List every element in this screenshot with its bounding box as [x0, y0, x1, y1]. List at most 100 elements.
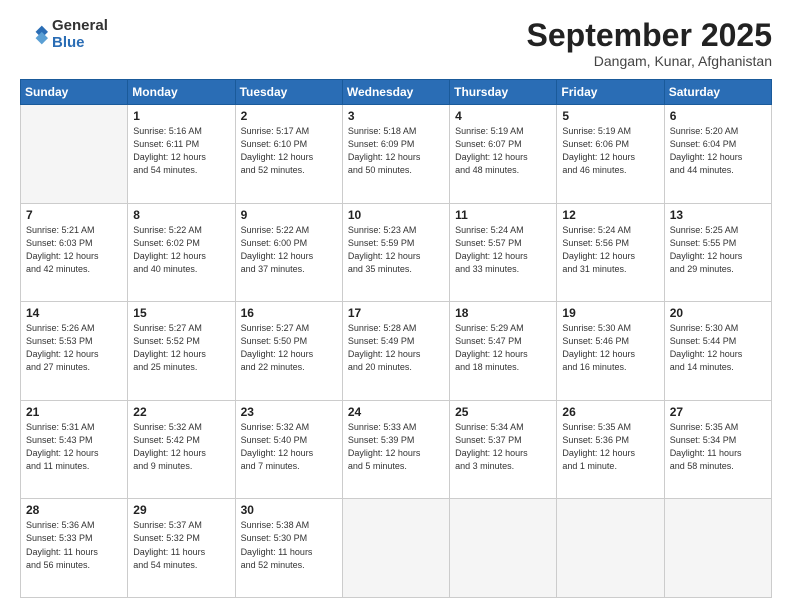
day-number: 12 — [562, 208, 658, 222]
day-number: 27 — [670, 405, 766, 419]
header-monday: Monday — [128, 80, 235, 105]
week-row-3: 21 Sunrise: 5:31 AM Sunset: 5:43 PM Dayli… — [21, 400, 772, 499]
table-row — [21, 105, 128, 204]
header-tuesday: Tuesday — [235, 80, 342, 105]
table-row: 3Sunrise: 5:18 AM Sunset: 6:09 PM Daylig… — [342, 105, 449, 204]
day-number: 28 — [26, 503, 122, 517]
day-number: 23 — [241, 405, 337, 419]
table-row: 20Sunrise: 5:30 AM Sunset: 5:44 PM Dayli… — [664, 302, 771, 401]
week-row-4: 28 Sunrise: 5:36 AM Sunset: 5:33 PM Dayli… — [21, 499, 772, 598]
day-info: Sunrise: 5:19 AM Sunset: 6:07 PM Dayligh… — [455, 125, 551, 177]
day-info: Sunrise: 5:26 AM Sunset: 5:53 PM Dayligh… — [26, 322, 122, 374]
day-number: 13 — [670, 208, 766, 222]
calendar-table: Sunday Monday Tuesday Wednesday Thursday… — [20, 79, 772, 598]
day-number: 9 — [241, 208, 337, 222]
day-number: 10 — [348, 208, 444, 222]
table-row: 1 Sunrise: 5:16 AM Sunset: 6:11 PM Daylig… — [128, 105, 235, 204]
table-row: 16 Sunrise: 5:27 AM Sunset: 5:50 PM Dayli… — [235, 302, 342, 401]
day-number: 11 — [455, 208, 551, 222]
day-info: Sunrise: 5:27 AM Sunset: 5:52 PM Dayligh… — [133, 322, 229, 374]
day-number: 7 — [26, 208, 122, 222]
title-block: September 2025 Dangam, Kunar, Afghanista… — [527, 18, 772, 69]
table-row: 29 Sunrise: 5:37 AM Sunset: 5:32 PM Dayli… — [128, 499, 235, 598]
logo-text: General Blue — [52, 18, 108, 51]
day-info: Sunrise: 5:35 AM Sunset: 5:36 PM Dayligh… — [562, 421, 658, 473]
header-saturday: Saturday — [664, 80, 771, 105]
table-row: 10Sunrise: 5:23 AM Sunset: 5:59 PM Dayli… — [342, 203, 449, 302]
day-info: Sunrise: 5:36 AM Sunset: 5:33 PM Dayligh… — [26, 519, 122, 571]
table-row: 13 Sunrise: 5:25 AM Sunset: 5:55 PM Dayli… — [664, 203, 771, 302]
table-row: 4 Sunrise: 5:19 AM Sunset: 6:07 PM Daylig… — [450, 105, 557, 204]
day-info: Sunrise: 5:24 AM Sunset: 5:56 PM Dayligh… — [562, 224, 658, 276]
location: Dangam, Kunar, Afghanistan — [527, 53, 772, 69]
table-row: 12 Sunrise: 5:24 AM Sunset: 5:56 PM Dayli… — [557, 203, 664, 302]
day-info: Sunrise: 5:32 AM Sunset: 5:42 PM Dayligh… — [133, 421, 229, 473]
logo-general: General — [52, 18, 108, 35]
day-info: Sunrise: 5:38 AM Sunset: 5:30 PM Dayligh… — [241, 519, 337, 571]
day-info: Sunrise: 5:34 AM Sunset: 5:37 PM Dayligh… — [455, 421, 551, 473]
table-row: 19Sunrise: 5:30 AM Sunset: 5:46 PM Dayli… — [557, 302, 664, 401]
table-row: 24 Sunrise: 5:33 AM Sunset: 5:39 PM Dayli… — [342, 400, 449, 499]
table-row: 30 Sunrise: 5:38 AM Sunset: 5:30 PM Dayli… — [235, 499, 342, 598]
day-info: Sunrise: 5:27 AM Sunset: 5:50 PM Dayligh… — [241, 322, 337, 374]
table-row: 2Sunrise: 5:17 AM Sunset: 6:10 PM Daylig… — [235, 105, 342, 204]
day-info: Sunrise: 5:24 AM Sunset: 5:57 PM Dayligh… — [455, 224, 551, 276]
calendar-page: General Blue September 2025 Dangam, Kuna… — [0, 0, 792, 612]
day-number: 5 — [562, 109, 658, 123]
day-info: Sunrise: 5:33 AM Sunset: 5:39 PM Dayligh… — [348, 421, 444, 473]
table-row: 6Sunrise: 5:20 AM Sunset: 6:04 PM Daylig… — [664, 105, 771, 204]
day-info: Sunrise: 5:22 AM Sunset: 6:00 PM Dayligh… — [241, 224, 337, 276]
day-number: 18 — [455, 306, 551, 320]
table-row: 11 Sunrise: 5:24 AM Sunset: 5:57 PM Dayli… — [450, 203, 557, 302]
logo-blue: Blue — [52, 35, 108, 52]
day-info: Sunrise: 5:37 AM Sunset: 5:32 PM Dayligh… — [133, 519, 229, 571]
table-row: 21 Sunrise: 5:31 AM Sunset: 5:43 PM Dayli… — [21, 400, 128, 499]
day-info: Sunrise: 5:31 AM Sunset: 5:43 PM Dayligh… — [26, 421, 122, 473]
day-number: 4 — [455, 109, 551, 123]
table-row: 9 Sunrise: 5:22 AM Sunset: 6:00 PM Daylig… — [235, 203, 342, 302]
table-row: 14 Sunrise: 5:26 AM Sunset: 5:53 PM Dayli… — [21, 302, 128, 401]
table-row: 5Sunrise: 5:19 AM Sunset: 6:06 PM Daylig… — [557, 105, 664, 204]
week-row-1: 7 Sunrise: 5:21 AM Sunset: 6:03 PM Daylig… — [21, 203, 772, 302]
week-row-2: 14 Sunrise: 5:26 AM Sunset: 5:53 PM Dayli… — [21, 302, 772, 401]
day-number: 26 — [562, 405, 658, 419]
day-number: 14 — [26, 306, 122, 320]
day-info: Sunrise: 5:16 AM Sunset: 6:11 PM Dayligh… — [133, 125, 229, 177]
day-number: 8 — [133, 208, 229, 222]
day-info: Sunrise: 5:25 AM Sunset: 5:55 PM Dayligh… — [670, 224, 766, 276]
table-row: 22 Sunrise: 5:32 AM Sunset: 5:42 PM Dayli… — [128, 400, 235, 499]
table-row: 8 Sunrise: 5:22 AM Sunset: 6:02 PM Daylig… — [128, 203, 235, 302]
day-number: 25 — [455, 405, 551, 419]
table-row: 27 Sunrise: 5:35 AM Sunset: 5:34 PM Dayli… — [664, 400, 771, 499]
day-info: Sunrise: 5:18 AM Sunset: 6:09 PM Dayligh… — [348, 125, 444, 177]
day-info: Sunrise: 5:32 AM Sunset: 5:40 PM Dayligh… — [241, 421, 337, 473]
day-number: 21 — [26, 405, 122, 419]
table-row: 18 Sunrise: 5:29 AM Sunset: 5:47 PM Dayli… — [450, 302, 557, 401]
table-row: 23 Sunrise: 5:32 AM Sunset: 5:40 PM Dayli… — [235, 400, 342, 499]
day-number: 24 — [348, 405, 444, 419]
day-info: Sunrise: 5:22 AM Sunset: 6:02 PM Dayligh… — [133, 224, 229, 276]
day-number: 29 — [133, 503, 229, 517]
logo-icon — [20, 21, 48, 49]
header-thursday: Thursday — [450, 80, 557, 105]
day-info: Sunrise: 5:30 AM Sunset: 5:44 PM Dayligh… — [670, 322, 766, 374]
day-number: 1 — [133, 109, 229, 123]
day-number: 22 — [133, 405, 229, 419]
day-info: Sunrise: 5:17 AM Sunset: 6:10 PM Dayligh… — [241, 125, 337, 177]
header-wednesday: Wednesday — [342, 80, 449, 105]
table-row — [342, 499, 449, 598]
day-info: Sunrise: 5:20 AM Sunset: 6:04 PM Dayligh… — [670, 125, 766, 177]
header: General Blue September 2025 Dangam, Kuna… — [20, 18, 772, 69]
table-row: 7 Sunrise: 5:21 AM Sunset: 6:03 PM Daylig… — [21, 203, 128, 302]
month-title: September 2025 — [527, 18, 772, 53]
day-info: Sunrise: 5:29 AM Sunset: 5:47 PM Dayligh… — [455, 322, 551, 374]
table-row — [450, 499, 557, 598]
day-number: 16 — [241, 306, 337, 320]
day-number: 30 — [241, 503, 337, 517]
day-info: Sunrise: 5:35 AM Sunset: 5:34 PM Dayligh… — [670, 421, 766, 473]
table-row — [664, 499, 771, 598]
day-info: Sunrise: 5:21 AM Sunset: 6:03 PM Dayligh… — [26, 224, 122, 276]
logo: General Blue — [20, 18, 108, 51]
table-row — [557, 499, 664, 598]
header-sunday: Sunday — [21, 80, 128, 105]
